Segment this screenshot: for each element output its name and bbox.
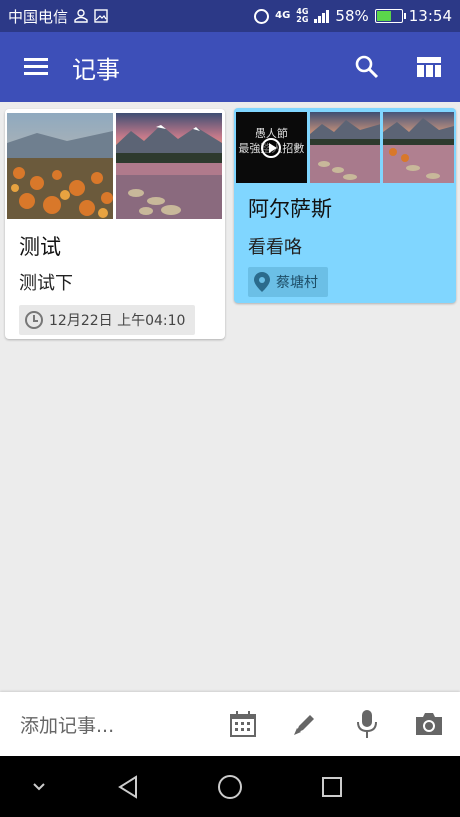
location-text: 蔡塘村	[276, 275, 318, 291]
autumn-shrubs-image	[7, 113, 113, 219]
microphone-icon	[357, 710, 377, 738]
location-chip[interactable]: 蔡塘村	[248, 267, 328, 297]
mountain-lake-image	[116, 113, 222, 219]
menu-button[interactable]	[0, 32, 72, 102]
carrier-label: 中国电信	[8, 7, 69, 26]
note-body: 看看咯	[248, 237, 302, 258]
back-button[interactable]	[78, 756, 178, 817]
pen-icon	[294, 715, 314, 735]
location-pin-icon	[254, 272, 270, 292]
note-image-thumbnail[interactable]	[116, 113, 222, 219]
add-note-input[interactable]: 添加记事...	[0, 711, 212, 738]
draw-button[interactable]	[274, 692, 336, 756]
search-button[interactable]	[336, 32, 398, 102]
battery-fill	[376, 11, 391, 21]
clock-icon	[25, 311, 43, 329]
account-icon	[74, 9, 88, 23]
hide-nav-button[interactable]	[0, 756, 78, 817]
image-notification-icon	[94, 9, 108, 23]
camera-button[interactable]	[398, 692, 460, 756]
note-title: 阿尔萨斯	[248, 197, 332, 221]
sim2-network-label: 2G	[296, 15, 309, 24]
dual-sim-indicator: 4G 2G	[296, 8, 308, 24]
reminder-chip[interactable]: 12月22日 上午04:10	[19, 305, 196, 335]
battery-percent: 58%	[335, 7, 369, 25]
mountain-lake-image	[309, 112, 381, 183]
network-4g-label: 4G	[275, 10, 291, 21]
note-card[interactable]: 测试 测试下 12月22日 上午04:10	[5, 109, 225, 339]
system-navigation-bar	[0, 756, 460, 817]
mountain-lake-image	[383, 112, 455, 183]
battery-icon	[374, 9, 406, 23]
status-bar: 中国电信 4G 4G 2G 58% 13:54	[0, 0, 460, 32]
page-title: 记事	[72, 55, 120, 84]
search-icon	[355, 55, 379, 79]
layout-toggle-button[interactable]	[398, 32, 460, 102]
note-body: 测试下	[19, 273, 73, 294]
note-image-thumbnail[interactable]	[383, 112, 455, 183]
play-icon[interactable]	[261, 137, 282, 158]
calendar-icon	[230, 711, 256, 737]
calendar-button[interactable]	[212, 692, 274, 756]
back-triangle-icon	[118, 774, 137, 799]
note-image-thumbnail[interactable]	[309, 112, 381, 183]
signal-strength-icon	[314, 9, 330, 23]
voice-note-button[interactable]	[336, 692, 398, 756]
app-bar: 记事	[0, 32, 460, 102]
note-image-thumbnail[interactable]	[7, 113, 113, 219]
note-card-highlighted[interactable]: 愚人節 最強整人招數	[234, 108, 456, 303]
reminder-text: 12月22日 上午04:10	[49, 313, 186, 329]
layout-view-icon	[417, 57, 441, 77]
chevron-down-icon	[33, 782, 45, 790]
home-button[interactable]	[178, 756, 282, 817]
hamburger-menu-icon	[24, 58, 48, 76]
clock-time: 13:54	[408, 7, 452, 25]
recents-button[interactable]	[282, 756, 382, 817]
alarm-icon	[254, 8, 270, 24]
camera-icon	[416, 713, 442, 735]
video-thumbnail[interactable]: 愚人節 最強整人招數	[236, 112, 307, 183]
take-note-bar: 添加记事...	[0, 692, 460, 756]
recents-square-icon	[322, 776, 342, 797]
note-title: 测试	[19, 235, 61, 259]
home-circle-icon	[218, 774, 242, 799]
